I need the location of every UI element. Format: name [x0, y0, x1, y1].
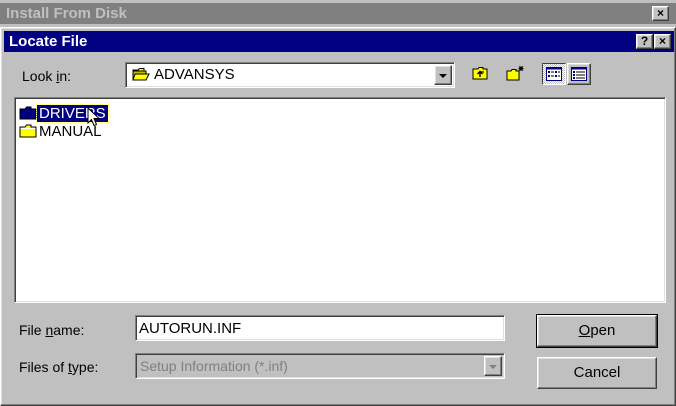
install-from-disk-close-button[interactable]: ×: [652, 6, 669, 21]
files-of-type-label: Files of type:: [19, 359, 99, 375]
up-one-level-button[interactable]: [469, 63, 493, 85]
list-item-drivers[interactable]: DRIVERS: [19, 103, 109, 127]
file-name-label: File name:: [19, 322, 85, 338]
file-name-field[interactable]: [135, 315, 505, 341]
file-list[interactable]: DRIVERS MANUAL: [14, 97, 666, 303]
file-name-input[interactable]: [136, 316, 504, 340]
folder-icon: [19, 106, 37, 120]
close-icon: ×: [656, 6, 664, 20]
locate-file-titlebar[interactable]: Locate File ? ×: [4, 31, 674, 52]
details-view-icon: [571, 67, 587, 81]
help-icon: ?: [640, 34, 649, 48]
folder-open-icon: [132, 67, 150, 82]
close-button[interactable]: ×: [654, 34, 671, 49]
open-button[interactable]: Open: [536, 314, 658, 348]
list-item-manual[interactable]: MANUAL: [19, 122, 104, 140]
new-folder-icon: [506, 65, 525, 82]
files-of-type-combo: Setup Information (*.inf): [135, 353, 505, 379]
locate-file-dialog: Locate File ? × Look in: ADVANSYS DRIVER…: [0, 27, 676, 406]
list-view-button[interactable]: [542, 63, 566, 85]
cancel-button[interactable]: Cancel: [537, 357, 657, 389]
install-from-disk-title: Install From Disk: [6, 5, 127, 22]
list-view-icon: [546, 67, 562, 81]
up-one-level-icon: [472, 66, 489, 81]
look-in-dropdown-button[interactable]: [434, 65, 452, 85]
look-in-label: Look in:: [22, 68, 72, 84]
locate-file-title: Locate File: [9, 33, 88, 50]
create-new-folder-button[interactable]: [503, 63, 527, 85]
files-of-type-dropdown-button: [484, 356, 502, 376]
list-item-label: MANUAL: [39, 122, 102, 140]
install-from-disk-titlebar[interactable]: Install From Disk ×: [0, 3, 676, 24]
files-of-type-value: Setup Information (*.inf): [140, 358, 288, 374]
folder-icon: [19, 124, 37, 138]
close-icon: ×: [658, 34, 666, 48]
help-button[interactable]: ?: [636, 34, 653, 49]
look-in-value: ADVANSYS: [154, 66, 235, 83]
look-in-combo[interactable]: ADVANSYS: [125, 62, 455, 88]
details-view-button[interactable]: [567, 63, 591, 85]
